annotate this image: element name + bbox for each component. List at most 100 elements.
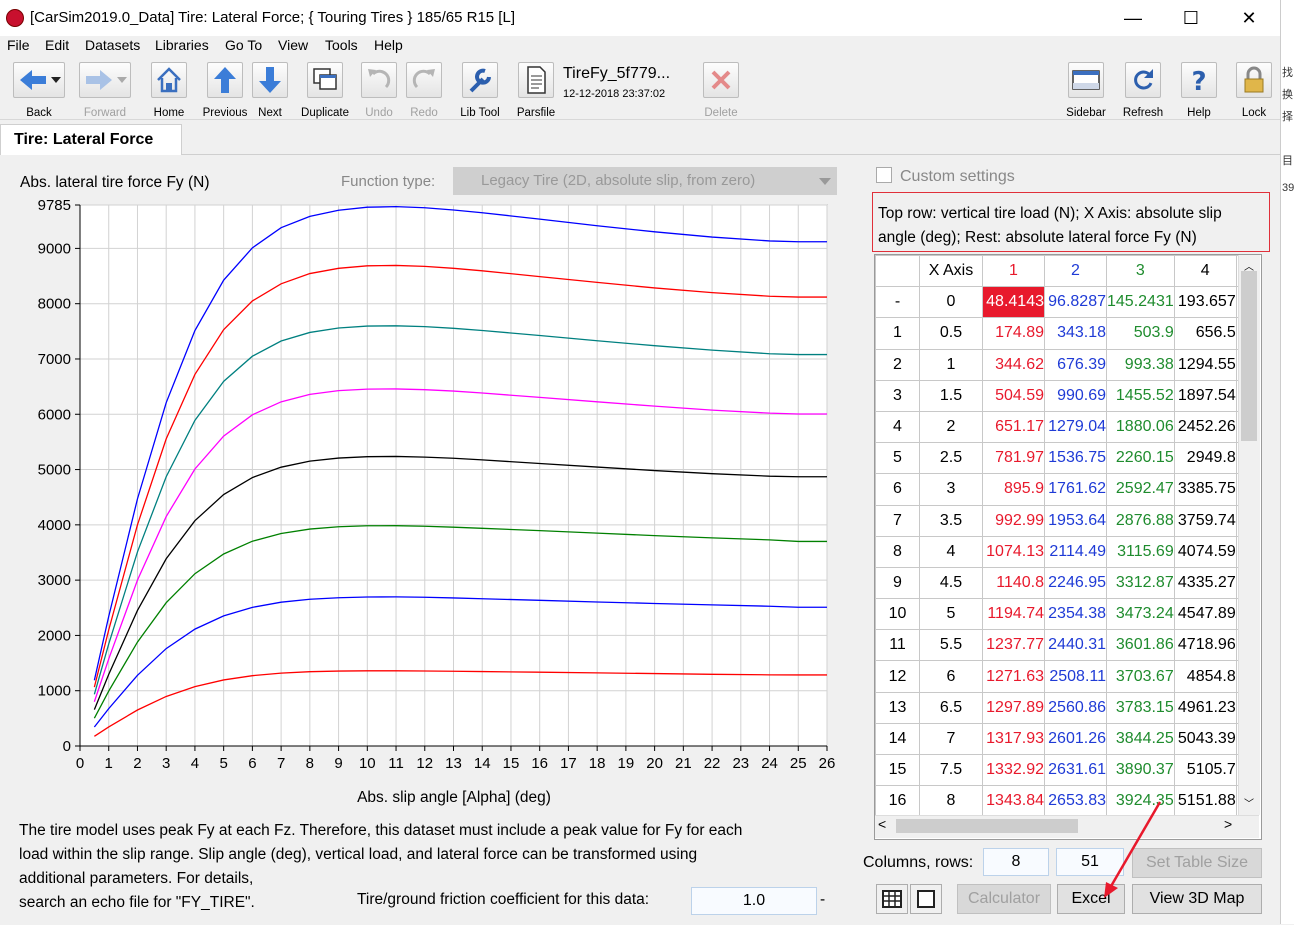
row-header[interactable]: 10 — [875, 598, 920, 631]
row-header[interactable]: 15 — [875, 753, 920, 787]
x-axis-cell[interactable]: 6.5 — [919, 691, 983, 724]
menu-datasets[interactable]: Datasets — [85, 37, 140, 53]
scroll-left-icon[interactable]: < — [878, 816, 886, 832]
table-cell[interactable]: 992.99 — [982, 504, 1045, 537]
row-header[interactable]: 9 — [875, 566, 920, 600]
table-cell[interactable]: 1880.06 — [1106, 410, 1175, 444]
forward-button[interactable]: Forward — [76, 62, 134, 119]
table-cell[interactable]: 3601.86 — [1106, 629, 1175, 662]
table-cell[interactable]: 2246.95 — [1044, 566, 1107, 600]
x-axis-cell[interactable]: 2 — [919, 410, 983, 444]
table-cell[interactable]: 2631.61 — [1044, 753, 1107, 787]
row-header[interactable]: 6 — [875, 473, 920, 506]
column-header[interactable]: X Axis — [919, 255, 983, 288]
table-cell[interactable]: 4718.96 — [1173, 629, 1237, 662]
row-header[interactable]: 4 — [875, 410, 920, 444]
table-cell[interactable]: 504.59 — [982, 379, 1045, 412]
lock-button[interactable]: Lock — [1234, 62, 1274, 119]
row-header[interactable]: 1 — [875, 317, 920, 350]
table-cell[interactable]: 5105.7 — [1173, 753, 1237, 787]
home-button[interactable]: Home — [148, 62, 190, 119]
table-cell[interactable]: 2508.11 — [1044, 660, 1107, 693]
table-cell[interactable]: 3473.24 — [1106, 598, 1175, 631]
table-cell[interactable]: 895.9 — [982, 473, 1045, 506]
table-cell[interactable]: 3312.87 — [1106, 566, 1175, 600]
table-cell[interactable]: 1761.62 — [1044, 473, 1107, 506]
x-axis-cell[interactable]: 1 — [919, 348, 983, 381]
table-cell[interactable]: 1536.75 — [1044, 442, 1107, 475]
x-axis-cell[interactable]: 6 — [919, 660, 983, 693]
table-cell[interactable]: 2601.26 — [1044, 722, 1107, 756]
table-cell[interactable]: 503.9 — [1106, 317, 1175, 350]
table-cell[interactable]: 781.97 — [982, 442, 1045, 475]
table-cell[interactable]: 2452.26 — [1173, 410, 1237, 444]
table-cell[interactable]: 676.39 — [1044, 348, 1107, 381]
menu-edit[interactable]: Edit — [45, 37, 69, 53]
table-cell[interactable]: 2949.8 — [1173, 442, 1237, 475]
column-header[interactable]: 3 — [1106, 255, 1175, 288]
sidebar-button[interactable]: Sidebar — [1064, 62, 1108, 119]
table-cell[interactable]: 990.69 — [1044, 379, 1107, 412]
row-header[interactable]: 13 — [875, 691, 920, 724]
help-button[interactable]: ? Help — [1178, 62, 1220, 119]
menu-file[interactable]: File — [7, 37, 30, 53]
horizontal-scroll-thumb[interactable] — [896, 819, 1078, 833]
x-axis-cell[interactable]: 2.5 — [919, 442, 983, 475]
table-cell[interactable]: 3844.25 — [1106, 722, 1175, 756]
next-button[interactable]: Next — [250, 62, 290, 119]
menu-goto[interactable]: Go To — [225, 37, 262, 53]
x-axis-cell[interactable]: 3.5 — [919, 504, 983, 537]
table-cell[interactable]: 343.18 — [1044, 317, 1107, 350]
table-cell[interactable]: 4961.23 — [1173, 691, 1237, 724]
table-cell[interactable]: 2876.88 — [1106, 504, 1175, 537]
tab-tire-lateral-force[interactable]: Tire: Lateral Force — [0, 124, 182, 155]
undo-button[interactable]: Undo — [360, 62, 398, 119]
previous-button[interactable]: Previous — [200, 62, 250, 119]
table-cell[interactable]: 96.8287 — [1044, 286, 1107, 319]
scroll-down-icon[interactable]: ﹀ — [1244, 795, 1254, 810]
table-cell[interactable]: 1297.89 — [982, 691, 1045, 724]
row-header[interactable]: 5 — [875, 442, 920, 475]
table-cell[interactable]: 2354.38 — [1044, 598, 1107, 631]
table-cell[interactable]: 1140.8 — [982, 566, 1045, 600]
row-header[interactable]: 14 — [875, 722, 920, 756]
table-cell[interactable]: 3385.75 — [1173, 473, 1237, 506]
menu-libraries[interactable]: Libraries — [155, 37, 209, 53]
row-header[interactable]: 7 — [875, 504, 920, 537]
menu-tools[interactable]: Tools — [325, 37, 358, 53]
column-header[interactable]: 2 — [1044, 255, 1107, 288]
row-header[interactable]: - — [875, 286, 920, 319]
delete-button[interactable]: Delete — [700, 62, 742, 119]
table-cell[interactable]: 3703.67 — [1106, 660, 1175, 693]
scroll-right-icon[interactable]: > — [1224, 816, 1232, 832]
table-cell[interactable]: 2260.15 — [1106, 442, 1175, 475]
x-axis-cell[interactable]: 5.5 — [919, 629, 983, 662]
table-cell[interactable]: 2592.47 — [1106, 473, 1175, 506]
table-cell[interactable]: 4074.59 — [1173, 535, 1237, 568]
plot-view-button[interactable] — [910, 884, 942, 914]
back-button[interactable]: Back — [10, 62, 68, 119]
calculator-button[interactable]: Calculator — [957, 884, 1051, 914]
table-cell[interactable]: 1343.84 — [982, 785, 1045, 818]
data-table[interactable]: X Axis 1 2 3 4 -0 48.4143 96.8287 145.2431 1… — [874, 254, 1262, 840]
table-cell[interactable]: 4854.8 — [1173, 660, 1237, 693]
row-header[interactable]: 12 — [875, 660, 920, 693]
friction-input[interactable]: 1.0 — [691, 887, 817, 915]
table-cell[interactable]: 3115.69 — [1106, 535, 1175, 568]
row-header[interactable]: 2 — [875, 348, 920, 381]
table-cell[interactable]: 1332.92 — [982, 753, 1045, 787]
x-axis-cell[interactable]: 7 — [919, 722, 983, 756]
x-axis-cell[interactable]: 0.5 — [919, 317, 983, 350]
x-axis-cell[interactable]: 0 — [919, 286, 983, 319]
close-button[interactable]: ✕ — [1226, 4, 1272, 32]
row-header[interactable]: 16 — [875, 785, 920, 818]
columns-field[interactable]: 8 — [983, 848, 1049, 876]
table-cell[interactable]: 48.4143 — [982, 286, 1045, 319]
duplicate-button[interactable]: Duplicate — [298, 62, 352, 119]
table-cell[interactable]: 3759.74 — [1173, 504, 1237, 537]
column-header[interactable]: 4 — [1173, 255, 1237, 288]
table-cell[interactable]: 1271.63 — [982, 660, 1045, 693]
table-cell[interactable]: 651.17 — [982, 410, 1045, 444]
table-cell[interactable]: 1279.04 — [1044, 410, 1107, 444]
function-type-select[interactable]: Legacy Tire (2D, absolute slip, from zer… — [453, 167, 837, 195]
